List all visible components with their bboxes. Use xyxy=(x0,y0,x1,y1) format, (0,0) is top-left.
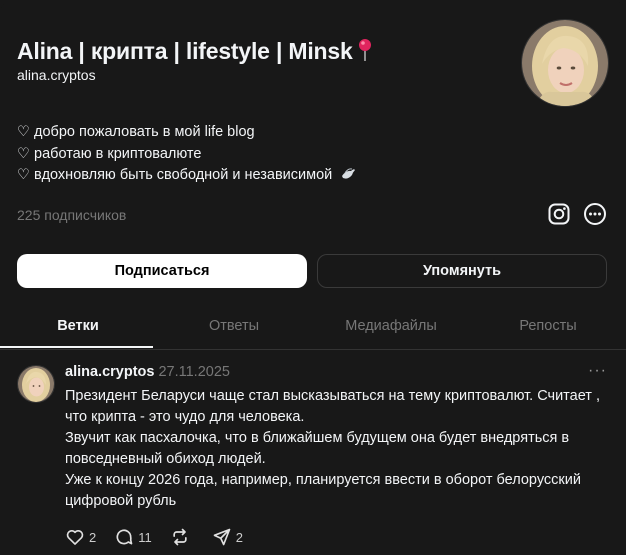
post-text-line: Звучит как пасхалочка, что в ближайшем б… xyxy=(65,430,570,446)
comment-count: 11 xyxy=(138,529,152,545)
post-text-line: цифровой рубль xyxy=(65,493,177,509)
active-tab-indicator xyxy=(0,346,153,348)
profile-avatar[interactable] xyxy=(521,19,609,107)
post-author[interactable]: alina.cryptos xyxy=(65,364,154,380)
post-text-line: Уже к концу 2026 года, например, планиру… xyxy=(65,472,581,488)
follow-button[interactable]: Подписаться xyxy=(17,254,307,288)
repost-icon xyxy=(173,528,187,546)
post-more-icon[interactable]: ··· xyxy=(588,362,607,380)
comment-button[interactable]: 11 xyxy=(114,527,152,547)
share-button[interactable]: 2 xyxy=(212,527,243,547)
tab-threads[interactable]: Ветки xyxy=(0,302,156,349)
profile-handle: alina.cryptos xyxy=(17,67,96,83)
profile-tabs: Ветки Ответы Медиафайлы Репосты xyxy=(0,302,626,350)
dove-icon xyxy=(342,168,356,179)
bio-line: ♡ вдохновляю быть свободной и независимо… xyxy=(17,165,356,187)
bio-line: ♡ добро пожаловать в мой life blog xyxy=(17,124,255,140)
repost-button[interactable] xyxy=(170,527,194,547)
post-text: Президент Беларуси чаще стал высказывать… xyxy=(65,386,610,512)
comment-icon xyxy=(116,529,133,545)
post-text-line: повседневный обиход людей. xyxy=(65,451,266,467)
post-text-line: Президент Беларуси чаще стал высказывать… xyxy=(65,388,601,404)
profile-name-text: Alina | крипта | lifestyle | Minsk xyxy=(17,38,353,64)
instagram-icon[interactable] xyxy=(546,201,572,227)
post-header: alina.cryptos 27.11.2025 xyxy=(65,364,230,380)
mention-button[interactable]: Упомянуть xyxy=(317,254,607,288)
profile-card: Alina | крипта | lifestyle | Minsk alina… xyxy=(0,0,626,555)
post-date: 27.11.2025 xyxy=(158,364,230,380)
like-count: 2 xyxy=(89,529,97,545)
tab-media[interactable]: Медиафайлы xyxy=(313,302,469,349)
post-author-avatar[interactable] xyxy=(17,365,55,403)
more-options-icon[interactable] xyxy=(582,201,608,227)
tab-replies[interactable]: Ответы xyxy=(156,302,312,349)
send-icon xyxy=(213,528,231,546)
tab-reposts[interactable]: Репосты xyxy=(470,302,626,349)
post-text-line: что крипта - это чудо для человека. xyxy=(65,409,305,425)
like-button[interactable]: 2 xyxy=(65,527,96,547)
heart-icon xyxy=(66,529,84,545)
post-actions: 2 11 2 xyxy=(65,526,261,548)
bio-line-text: ♡ вдохновляю быть свободной и независимо… xyxy=(17,167,333,183)
followers-count[interactable]: 225 подписчиков xyxy=(17,207,126,223)
bio-line: ♡ работаю в криптовалюте xyxy=(17,145,202,162)
share-count: 2 xyxy=(235,529,243,545)
profile-name: Alina | крипта | lifestyle | Minsk xyxy=(17,38,373,65)
round-pushpin-icon xyxy=(358,39,371,61)
profile-bio: ♡ добро пожаловать в мой life blog ♡ раб… xyxy=(17,122,356,187)
